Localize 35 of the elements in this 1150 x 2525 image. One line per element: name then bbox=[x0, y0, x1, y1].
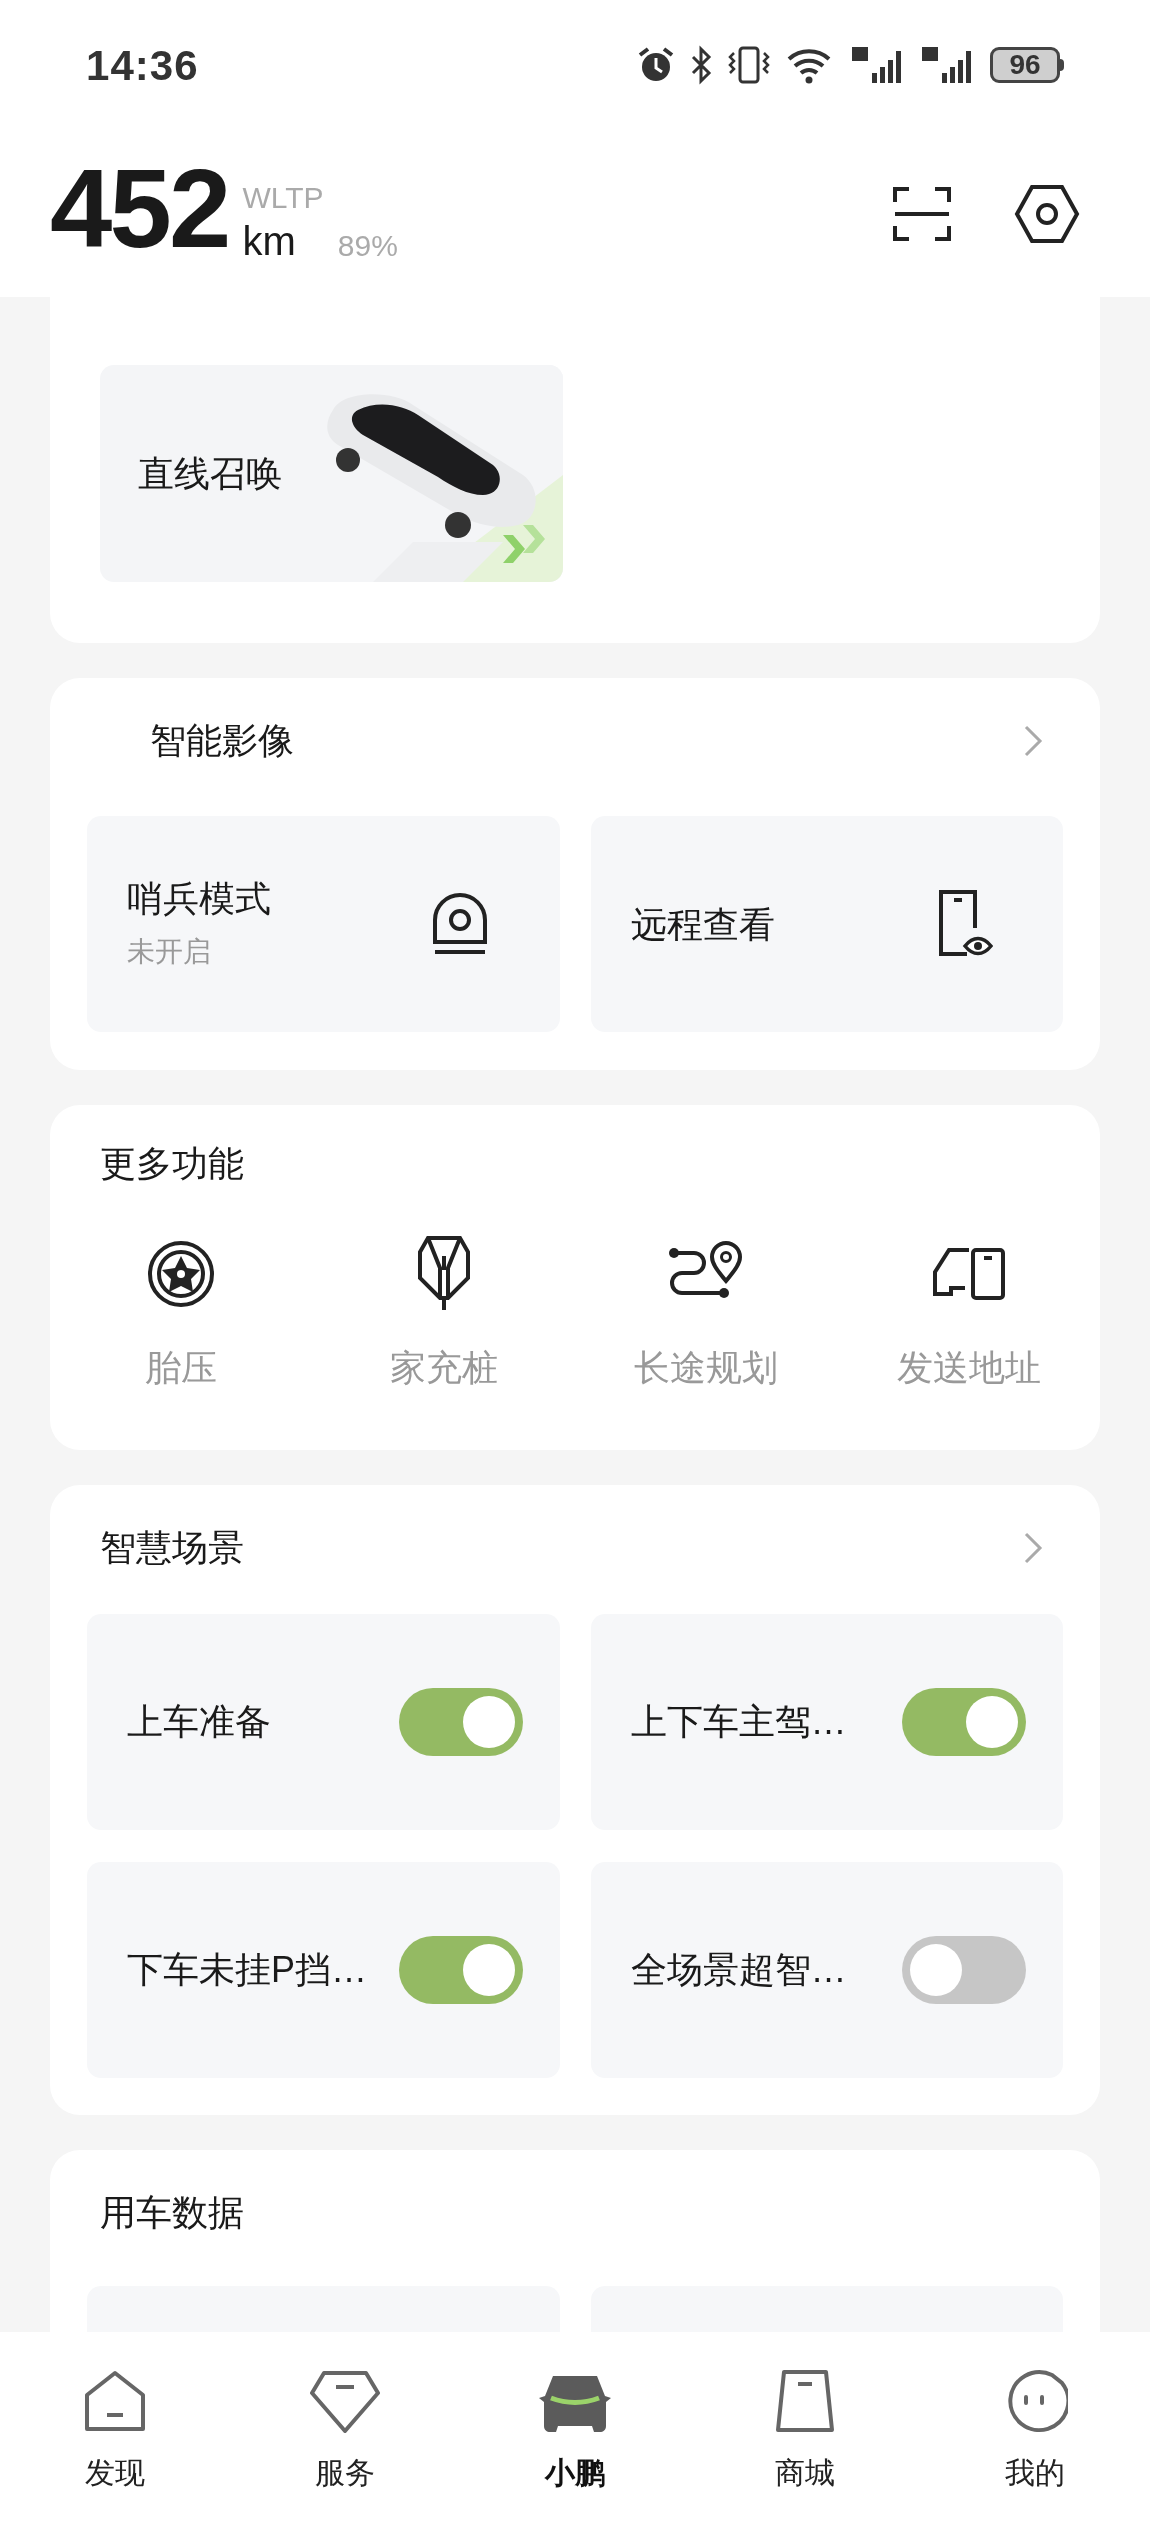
scene-label: 全场景超智… bbox=[630, 1948, 847, 1992]
nav-tab[interactable]: 发现 bbox=[0, 2366, 230, 2525]
gem-icon bbox=[308, 2369, 382, 2433]
nav-tab[interactable]: 服务 bbox=[230, 2366, 460, 2525]
home-icon bbox=[83, 2369, 147, 2433]
scene-label: 上下车主驾… bbox=[630, 1700, 847, 1744]
range-unit: km bbox=[242, 220, 296, 261]
range-standard: WLTP bbox=[242, 182, 325, 213]
chevron-right-icon[interactable] bbox=[1023, 724, 1043, 758]
chevron-right-icon[interactable] bbox=[1023, 1531, 1043, 1565]
nav-tab[interactable]: 我的 bbox=[920, 2366, 1150, 2525]
section-title: 用车数据 bbox=[99, 2191, 245, 2235]
tile-label: 哨兵模式 bbox=[127, 876, 271, 921]
vibrate-icon bbox=[726, 45, 772, 85]
feature-tile[interactable]: 哨兵模式 未开启 bbox=[87, 816, 560, 1032]
section-title: 智慧场景 bbox=[100, 1526, 244, 1570]
feature-tile[interactable]: 远程查看 bbox=[590, 816, 1063, 1032]
tile-status: 未开启 bbox=[127, 934, 212, 969]
scan-icon[interactable] bbox=[892, 185, 952, 242]
battery-percent: 89% bbox=[337, 230, 398, 261]
settings-icon[interactable] bbox=[1014, 183, 1080, 244]
battery-indicator: 96 bbox=[990, 47, 1064, 83]
clock-time: 14:36 bbox=[86, 40, 199, 91]
range-value: 452 bbox=[50, 152, 229, 265]
summon-tile[interactable]: 直线召唤 bbox=[100, 365, 563, 582]
section-title: 更多功能 bbox=[99, 1142, 245, 1186]
scene-label: 上车准备 bbox=[127, 1700, 271, 1744]
nav-tab[interactable]: 小鹏 bbox=[460, 2366, 690, 2525]
tire-icon bbox=[146, 1239, 217, 1309]
bag-icon bbox=[774, 2368, 836, 2434]
tile-label: 远程查看 bbox=[630, 902, 775, 947]
scene-label: 下车未挂P挡… bbox=[127, 1948, 367, 1992]
bluetooth-icon bbox=[690, 45, 712, 85]
nav-tab[interactable]: 商城 bbox=[690, 2366, 920, 2525]
section-title: 智能影像 bbox=[150, 719, 294, 763]
